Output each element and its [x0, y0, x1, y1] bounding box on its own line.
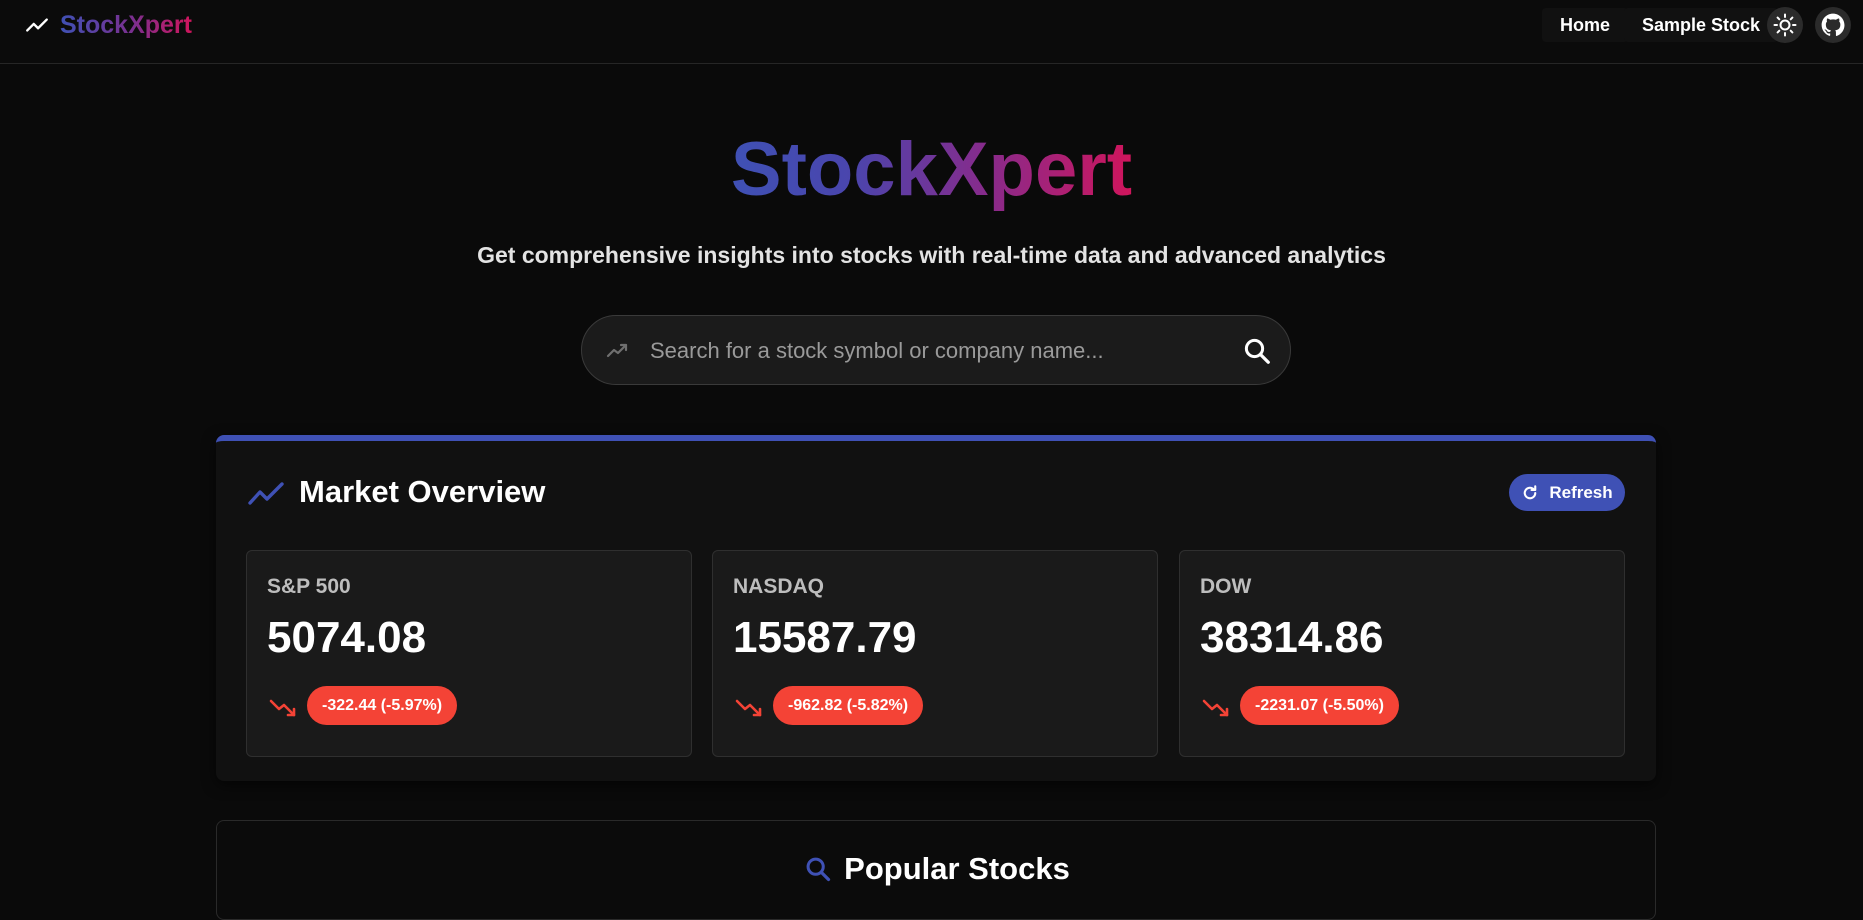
top-navbar: StockXpert Home Sample Stock	[0, 0, 1863, 64]
change-badge: -322.44 (-5.97%)	[307, 686, 458, 725]
index-card-dow[interactable]: DOW 38314.86 -2231.07 (-5.50%)	[1179, 550, 1625, 757]
index-value: 15587.79	[733, 613, 917, 662]
trending-down-icon	[1202, 699, 1229, 717]
trending-down-icon	[735, 699, 762, 717]
index-card-nasdaq[interactable]: NASDAQ 15587.79 -962.82 (-5.82%)	[712, 550, 1158, 757]
index-name: NASDAQ	[733, 575, 825, 598]
brand-name: StockXpert	[60, 10, 192, 39]
search-icon	[806, 857, 831, 882]
nav-link-home[interactable]: Home	[1542, 8, 1629, 42]
hero-subtitle: Get comprehensive insights into stocks w…	[477, 242, 1386, 268]
index-card-sp500[interactable]: S&P 500 5074.08 -322.44 (-5.97%)	[246, 550, 692, 757]
refresh-icon	[1524, 484, 1537, 499]
sun-icon	[1773, 13, 1797, 37]
stock-search-input[interactable]	[650, 330, 1210, 372]
index-name: DOW	[1200, 575, 1252, 598]
github-icon	[1821, 13, 1845, 36]
nav-link-sample-stock[interactable]: Sample Stock	[1624, 8, 1779, 42]
index-value: 38314.86	[1200, 613, 1384, 662]
popular-stocks-card: Popular Stocks	[216, 820, 1656, 920]
market-overview-card: Market Overview Refresh S&P 500 5074.08 …	[216, 435, 1656, 781]
change-badge: -2231.07 (-5.50%)	[1240, 686, 1399, 725]
trending-down-icon	[269, 699, 296, 717]
search-icon[interactable]	[1242, 336, 1272, 366]
github-link-button[interactable]	[1815, 7, 1851, 43]
refresh-label: Refresh	[1549, 482, 1613, 502]
theme-toggle-button[interactable]	[1767, 7, 1803, 43]
refresh-button[interactable]: Refresh	[1509, 474, 1625, 511]
brand-logo[interactable]: StockXpert	[24, 10, 192, 40]
market-overview-title: Market Overview	[299, 474, 546, 509]
index-value: 5074.08	[267, 613, 427, 662]
hero-title: StockXpert	[730, 127, 1133, 212]
popular-stocks-header: Popular Stocks	[217, 851, 1657, 887]
trending-up-icon	[606, 343, 628, 358]
index-name: S&P 500	[267, 575, 351, 598]
popular-stocks-title: Popular Stocks	[844, 851, 1070, 886]
trending-up-icon	[26, 18, 48, 32]
stock-search-bar	[581, 315, 1291, 385]
change-badge: -962.82 (-5.82%)	[773, 686, 924, 725]
trending-up-icon	[248, 482, 284, 505]
